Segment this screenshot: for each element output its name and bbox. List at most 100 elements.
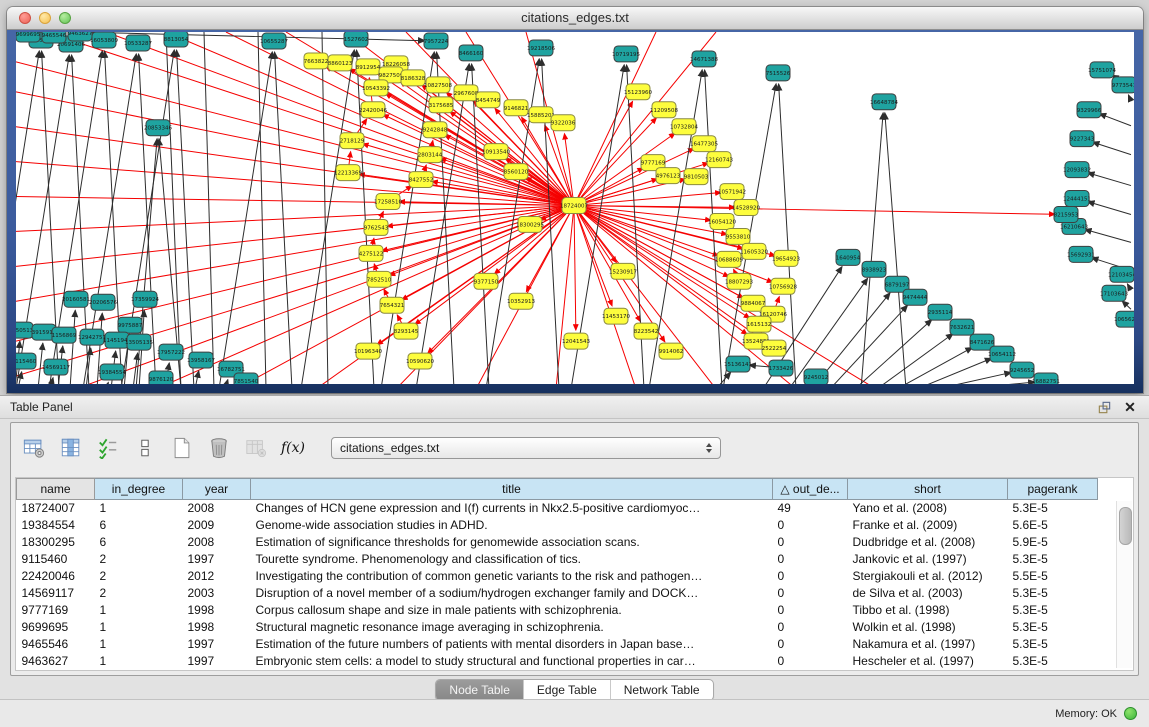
graph-node[interactable]: 10352913 [507, 293, 535, 309]
table-row[interactable]: 977716911998Corpus callosum shape and si… [17, 602, 1098, 619]
graph-node[interactable]: 7851540 [234, 373, 259, 384]
column-header-in-degree[interactable]: in_degree [95, 479, 183, 500]
graph-node[interactable]: 10756928 [769, 278, 797, 294]
table-row[interactable]: 911546021997Tourette syndrome. Phenomeno… [17, 551, 1098, 568]
table-scrollbar-thumb[interactable] [1119, 507, 1132, 545]
tab-node-table[interactable]: Node Table [436, 680, 523, 700]
graph-node[interactable]: 19218506 [527, 40, 555, 56]
column-header-name[interactable]: name [17, 479, 95, 500]
graph-node[interactable]: 8860123 [328, 55, 353, 71]
graph-node[interactable]: 10655287 [260, 33, 288, 49]
graph-node[interactable]: 15751074 [1088, 62, 1116, 78]
graph-node[interactable]: 8912954 [356, 59, 381, 75]
graph-node[interactable]: 8223542 [634, 323, 658, 339]
graph-node[interactable]: 9245652 [1010, 362, 1034, 378]
graph-node[interactable]: 10533287 [124, 35, 152, 51]
graph-node[interactable]: 19384554 [98, 364, 126, 380]
graph-node[interactable]: 11453170 [602, 308, 630, 324]
graph-node[interactable]: 9773541 [1112, 77, 1134, 93]
graph-node[interactable]: 9322036 [551, 115, 576, 131]
graph-node[interactable]: 13958167 [187, 352, 215, 368]
graph-node[interactable]: 7632621 [950, 319, 974, 335]
graph-node[interactable]: 1156869 [52, 327, 77, 343]
graph-node[interactable]: 12093832 [1063, 162, 1091, 178]
graph-node[interactable]: 12160743 [705, 152, 733, 168]
graph-node[interactable]: 9227343 [1070, 131, 1095, 147]
graph-node[interactable]: 16053809 [90, 32, 118, 48]
graph-node[interactable]: 8938923 [862, 261, 887, 277]
table-mode-icon[interactable] [21, 435, 47, 461]
graph-node[interactable]: 10719195 [612, 46, 640, 62]
graph-node[interactable]: 14528920 [732, 200, 760, 216]
graph-node[interactable]: 7852510 [367, 271, 392, 287]
graph-node[interactable]: 20853346 [144, 120, 172, 136]
graph-node[interactable]: 9975887 [118, 317, 143, 333]
graph-node[interactable]: 11209508 [650, 102, 678, 118]
table-row[interactable]: 1938455462009Genome-wide association stu… [17, 517, 1098, 534]
graph-node[interactable]: 10732804 [670, 119, 698, 135]
graph-node[interactable]: 15230917 [609, 263, 637, 279]
graph-node[interactable]: 22420046 [359, 102, 387, 118]
graph-node[interactable]: 10688609 [715, 251, 743, 267]
function-builder-icon[interactable]: f(x) [280, 435, 306, 461]
graph-node[interactable]: 20206576 [89, 294, 117, 310]
graph-node[interactable]: 1640954 [836, 249, 861, 265]
graph-node[interactable]: 1527602 [344, 32, 368, 47]
graph-node[interactable]: 1733426 [769, 360, 794, 376]
graph-node[interactable]: 9329966 [1077, 102, 1102, 118]
graph-node[interactable]: 8466160 [459, 45, 484, 61]
graph-node[interactable]: 16054120 [708, 213, 736, 229]
citation-network-graph[interactable]: 4055724206914061605380910533287881305410… [16, 32, 1134, 384]
graph-node[interactable]: 13505135 [125, 334, 153, 350]
network-view-canvas[interactable]: 4055724206914061605380910533287881305410… [16, 32, 1134, 384]
show-columns-icon[interactable] [58, 435, 84, 461]
create-table-icon[interactable] [169, 435, 195, 461]
graph-node[interactable]: 10654112 [988, 346, 1016, 362]
graph-node[interactable]: 9474444 [903, 289, 928, 305]
close-panel-icon[interactable]: ✕ [1121, 399, 1139, 415]
table-row[interactable]: 1830029562008Estimation of significance … [17, 534, 1098, 551]
graph-node[interactable]: 1615132 [747, 316, 771, 332]
graph-node[interactable]: 7515526 [766, 65, 791, 81]
table-row[interactable]: 969969511998Structural magnetic resonanc… [17, 619, 1098, 636]
graph-node[interactable]: 8186328 [401, 70, 426, 86]
graph-node[interactable]: 7654321 [380, 297, 404, 313]
graph-node[interactable]: 12041543 [562, 333, 590, 349]
tab-edge-table[interactable]: Edge Table [523, 680, 610, 700]
graph-node[interactable]: 20160581 [62, 291, 90, 307]
graph-node[interactable]: 8293145 [394, 323, 419, 339]
graph-node[interactable]: 10196340 [354, 343, 382, 359]
graph-node[interactable]: 2522254 [762, 340, 787, 356]
graph-node[interactable]: 10543392 [362, 80, 390, 96]
column-header-title[interactable]: title [251, 479, 773, 500]
graph-node[interactable]: 8813054 [164, 32, 189, 47]
graph-node[interactable]: 19654923 [772, 250, 800, 266]
graph-node[interactable]: 9463627 [68, 32, 93, 41]
graph-node[interactable]: 9146821 [504, 100, 528, 116]
graph-node[interactable]: 17258510 [374, 194, 402, 210]
column-header-pagerank[interactable]: pagerank [1008, 479, 1098, 500]
graph-node[interactable]: 14671388 [690, 51, 718, 67]
graph-node[interactable]: 15692931 [1067, 246, 1095, 262]
table-row[interactable]: 946362711997Embryonic stem cells: a mode… [17, 653, 1098, 670]
graph-node[interactable]: 17359924 [131, 291, 159, 307]
graph-node[interactable]: 9465546 [42, 32, 67, 43]
graph-node[interactable]: 18807293 [725, 273, 753, 289]
graph-node[interactable]: 10913540 [482, 144, 510, 160]
graph-node[interactable]: 17957222 [157, 344, 185, 360]
float-window-icon[interactable] [1095, 399, 1113, 415]
graph-node[interactable]: 2718129 [340, 133, 365, 149]
column-header-year[interactable]: year [183, 479, 251, 500]
table-scrollbar[interactable] [1116, 501, 1132, 668]
row-height-icon[interactable] [132, 435, 158, 461]
graph-node[interactable]: 10656243 [1114, 311, 1134, 327]
select-rows-icon[interactable] [95, 435, 121, 461]
graph-node[interactable]: 14569117 [42, 359, 70, 375]
graph-node[interactable]: 18300295 [516, 216, 544, 232]
graph-node[interactable]: 4976123 [656, 168, 681, 184]
graph-node[interactable]: 9115460 [16, 353, 37, 369]
graph-node[interactable]: 11605320 [740, 243, 768, 259]
table-selector-dropdown[interactable]: citations_edges.txt [331, 437, 721, 459]
graph-node[interactable]: 10571942 [718, 184, 746, 200]
graph-node[interactable]: 12103454 [1108, 266, 1134, 282]
